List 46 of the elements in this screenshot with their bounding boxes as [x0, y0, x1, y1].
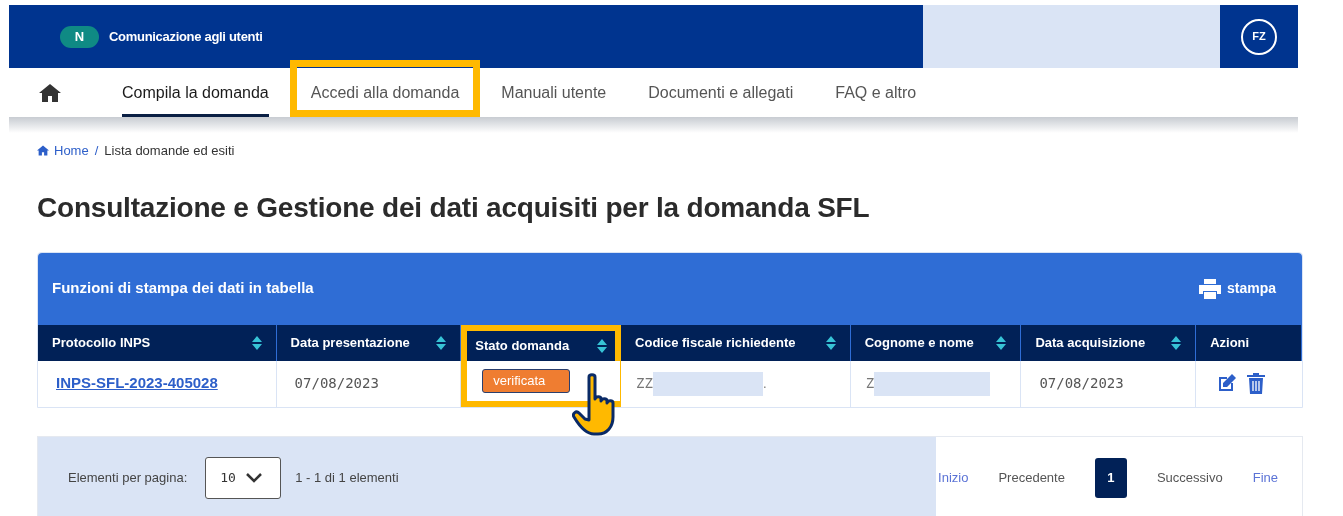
trash-icon[interactable]	[1247, 373, 1266, 394]
sort-icon[interactable]	[825, 335, 836, 350]
protocol-link[interactable]: INPS-SFL-2023-405028	[56, 372, 218, 395]
sort-icon[interactable]	[1171, 335, 1182, 350]
column-header[interactable]: Data presentazione	[276, 324, 462, 361]
sort-icon[interactable]	[597, 338, 608, 353]
column-header[interactable]: Cognome e nome	[850, 324, 1022, 361]
range-text: 1 - 1 di 1 elementi	[295, 468, 399, 487]
table-cell-text: .	[762, 374, 767, 393]
nav-tab[interactable]: Manuali utente	[480, 68, 628, 117]
nav-tab[interactable]: Documenti e allegati	[627, 68, 815, 117]
sort-icon[interactable]	[436, 335, 447, 350]
pagination-link[interactable]: Precedente	[998, 467, 1065, 488]
table-cell-text: 07/08/2023	[294, 374, 379, 393]
notice-link[interactable]: Comunicazione agli utenti	[109, 26, 263, 47]
column-header[interactable]: Data acquisizione	[1021, 324, 1197, 361]
page-title: Consultazione e Gestione dei dati acquisiti per la domanda SFL	[37, 190, 871, 225]
pagination-link[interactable]: Inizio	[938, 467, 969, 488]
table-caption: Funzioni di stampa dei dati in tabella	[52, 278, 314, 299]
table-cell-text: 07/08/2023	[1039, 374, 1124, 393]
edit-icon[interactable]	[1216, 373, 1238, 394]
per-page-label: Elementi per pagina:	[68, 468, 188, 487]
print-button[interactable]: stampa	[1198, 278, 1276, 299]
notification-badge: N	[60, 25, 99, 48]
sort-icon[interactable]	[996, 335, 1007, 350]
breadcrumb-current: Lista domande ed esiti	[104, 142, 235, 160]
table-cell-text: ZZ	[636, 374, 653, 393]
home-icon	[37, 145, 49, 157]
column-header[interactable]: Protocollo INPS	[38, 324, 277, 361]
user-avatar[interactable]: FZ	[1241, 18, 1277, 55]
home-icon[interactable]	[39, 83, 61, 102]
breadcrumb-separator: /	[94, 142, 99, 160]
nav-tab[interactable]: Accedi alla domanda	[289, 60, 481, 117]
sort-icon[interactable]	[251, 335, 262, 350]
column-header[interactable]: Codice fiscale richiedente	[621, 324, 851, 361]
nav-tab[interactable]: FAQ e altro	[814, 68, 938, 117]
caret-icon	[245, 472, 262, 483]
pagination-link[interactable]: Successivo	[1156, 467, 1223, 488]
printer-icon	[1198, 278, 1221, 299]
pagination-link[interactable]: Fine	[1252, 467, 1278, 488]
status-badge: verificata	[482, 368, 571, 393]
column-header: Azioni	[1196, 324, 1302, 361]
page-size-select[interactable]: 10	[205, 456, 282, 499]
breadcrumb-link[interactable]: Home	[54, 141, 89, 161]
page-number-button[interactable]: 1	[1094, 457, 1127, 498]
table-cell-text: Z	[865, 374, 875, 393]
